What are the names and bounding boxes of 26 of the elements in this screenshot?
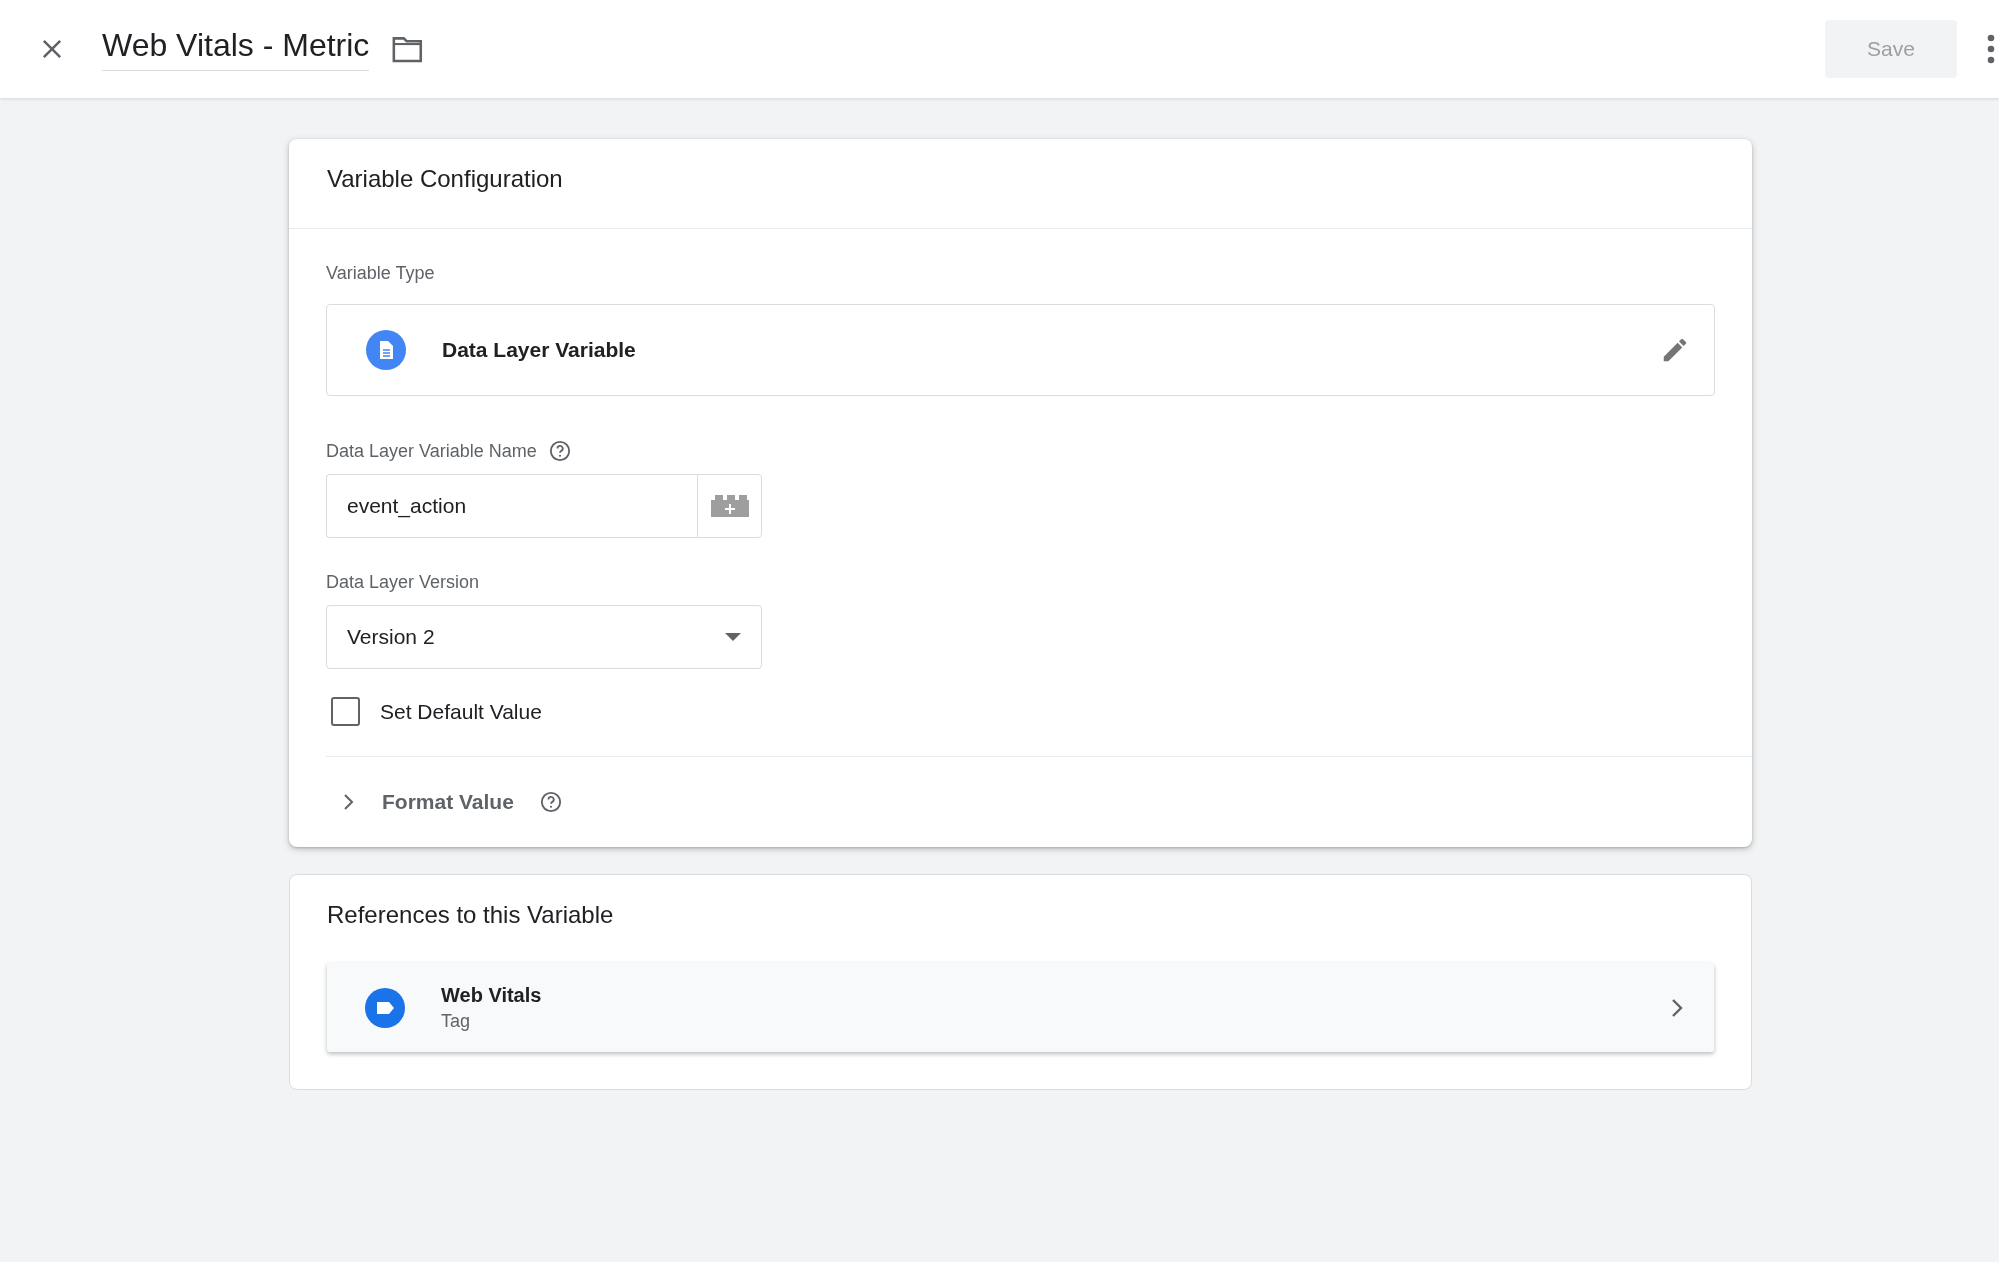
variable-type-name: Data Layer Variable [442, 338, 637, 362]
help-icon[interactable] [548, 440, 571, 462]
document-icon [366, 330, 406, 370]
input-field[interactable]: event_action [326, 474, 697, 538]
card-title: References to this Variable [327, 901, 614, 929]
dropdown-arrow-icon [725, 633, 741, 641]
brick-plus-icon [710, 495, 749, 517]
field-label: Data Layer Variable Name [326, 440, 537, 462]
help-icon[interactable] [539, 791, 562, 813]
field-label: Variable Type [326, 263, 435, 284]
reference-item[interactable]: Web Vitals Tag [327, 963, 1714, 1052]
reference-type: Tag [441, 1010, 472, 1032]
chevron-icon[interactable] [342, 794, 356, 810]
tag-title[interactable]: Web Vitals - Metric [102, 27, 370, 71]
tag-icon [365, 987, 405, 1028]
checkbox-label[interactable]: Set Default Value [380, 699, 542, 724]
field-label: Data Layer Version [326, 572, 480, 593]
reference-name: Web Vitals [441, 983, 543, 1007]
checkbox[interactable] [331, 697, 360, 726]
more-icon[interactable] [1987, 34, 1995, 64]
version-dropdown[interactable]: Version 2 [326, 605, 762, 669]
card-title: Variable Configuration [327, 165, 563, 192]
variable-picker-button[interactable] [697, 474, 762, 538]
section-toggle[interactable]: Format Value [382, 790, 514, 814]
chevron-icon [1670, 997, 1684, 1018]
variable-type-card[interactable]: Data Layer Variable [326, 304, 1715, 396]
